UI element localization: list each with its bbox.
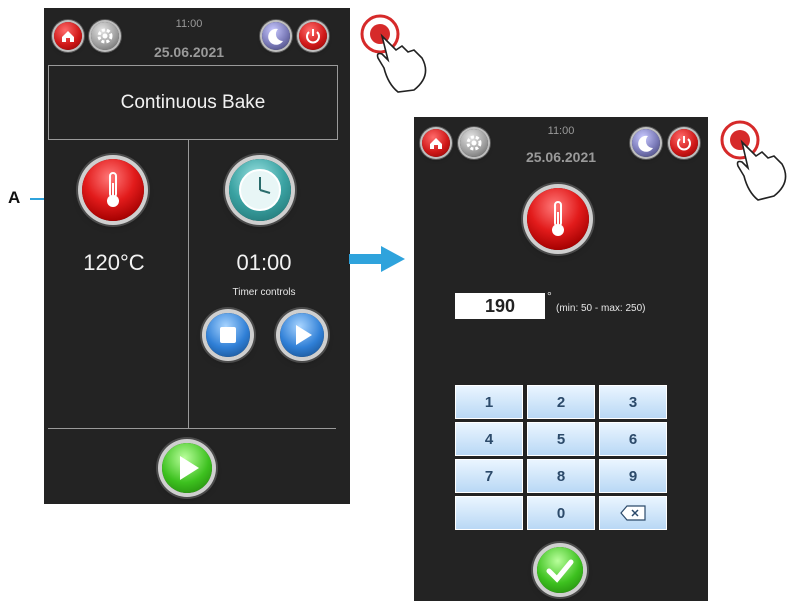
settings-button[interactable] [460,129,488,157]
key-2[interactable]: 2 [527,385,595,419]
moon-icon [268,28,283,45]
bottom-divider [48,428,336,429]
key-5[interactable]: 5 [527,422,595,456]
power-button[interactable] [299,22,327,50]
power-button[interactable] [670,129,698,157]
checkmark-icon [546,559,574,583]
temperature-icon-button [527,188,589,250]
temperature-value: 120°C [83,250,145,275]
timer-button[interactable] [229,159,291,221]
header-time: 11:00 [175,18,203,30]
gear-icon [97,28,113,44]
key-0[interactable]: 0 [527,496,595,530]
thermometer-icon [552,201,564,236]
home-icon [430,138,442,149]
timer-value: 01:00 [236,250,292,275]
temperature-button[interactable] [82,159,144,221]
clock-icon [239,169,281,211]
key-6[interactable]: 6 [599,422,667,456]
key-8[interactable]: 8 [527,459,595,493]
annotation-label-a: A [8,188,21,207]
timer-controls-label: Timer controls [232,287,296,298]
header-date: 25.06.2021 [153,44,225,60]
program-title-box[interactable]: Continuous Bake [48,65,338,140]
thermometer-icon [107,172,119,207]
header-time: 11:00 [547,125,575,137]
hand-pointer-icon [720,120,787,201]
program-title: Continuous Bake [120,91,266,113]
hand-pointer-icon [360,14,427,93]
header-date: 25.06.2021 [525,149,597,165]
night-mode-button[interactable] [632,129,660,157]
home-icon [62,31,74,42]
start-button[interactable] [162,443,212,493]
gear-icon [466,135,482,151]
power-icon [306,29,320,44]
column-divider [188,140,189,428]
temperature-input-screen: 11:00 25.06.2021 190 ° (min: 50 - max: 2… [414,117,708,601]
key-9[interactable]: 9 [599,459,667,493]
key-3[interactable]: 3 [599,385,667,419]
key-1[interactable]: 1 [455,385,523,419]
numeric-keypad: 1 2 3 4 5 6 7 8 9 0 [455,385,667,531]
key-7[interactable]: 7 [455,459,523,493]
temperature-range-hint: (min: 50 - max: 250) [556,303,646,314]
key-blank[interactable] [455,496,523,530]
temperature-input[interactable]: 190 [455,293,545,319]
stop-icon [220,327,236,343]
timer-stop-button[interactable] [206,313,250,357]
night-mode-button[interactable] [262,22,290,50]
play-icon [296,325,312,345]
power-icon [677,136,691,151]
home-button[interactable] [54,22,82,50]
confirm-button[interactable] [537,547,583,593]
oven-main-screen: 11:00 25.06.2021 Continuous Bake 120°C 0… [44,8,350,504]
timer-play-button[interactable] [280,313,324,357]
key-4[interactable]: 4 [455,422,523,456]
backspace-icon [620,505,646,521]
moon-icon [638,135,653,152]
home-button[interactable] [422,129,450,157]
key-backspace[interactable] [599,496,667,530]
temperature-unit: ° [547,289,552,303]
settings-button[interactable] [91,22,119,50]
play-icon [180,456,199,480]
arrow-right-icon [349,246,405,272]
